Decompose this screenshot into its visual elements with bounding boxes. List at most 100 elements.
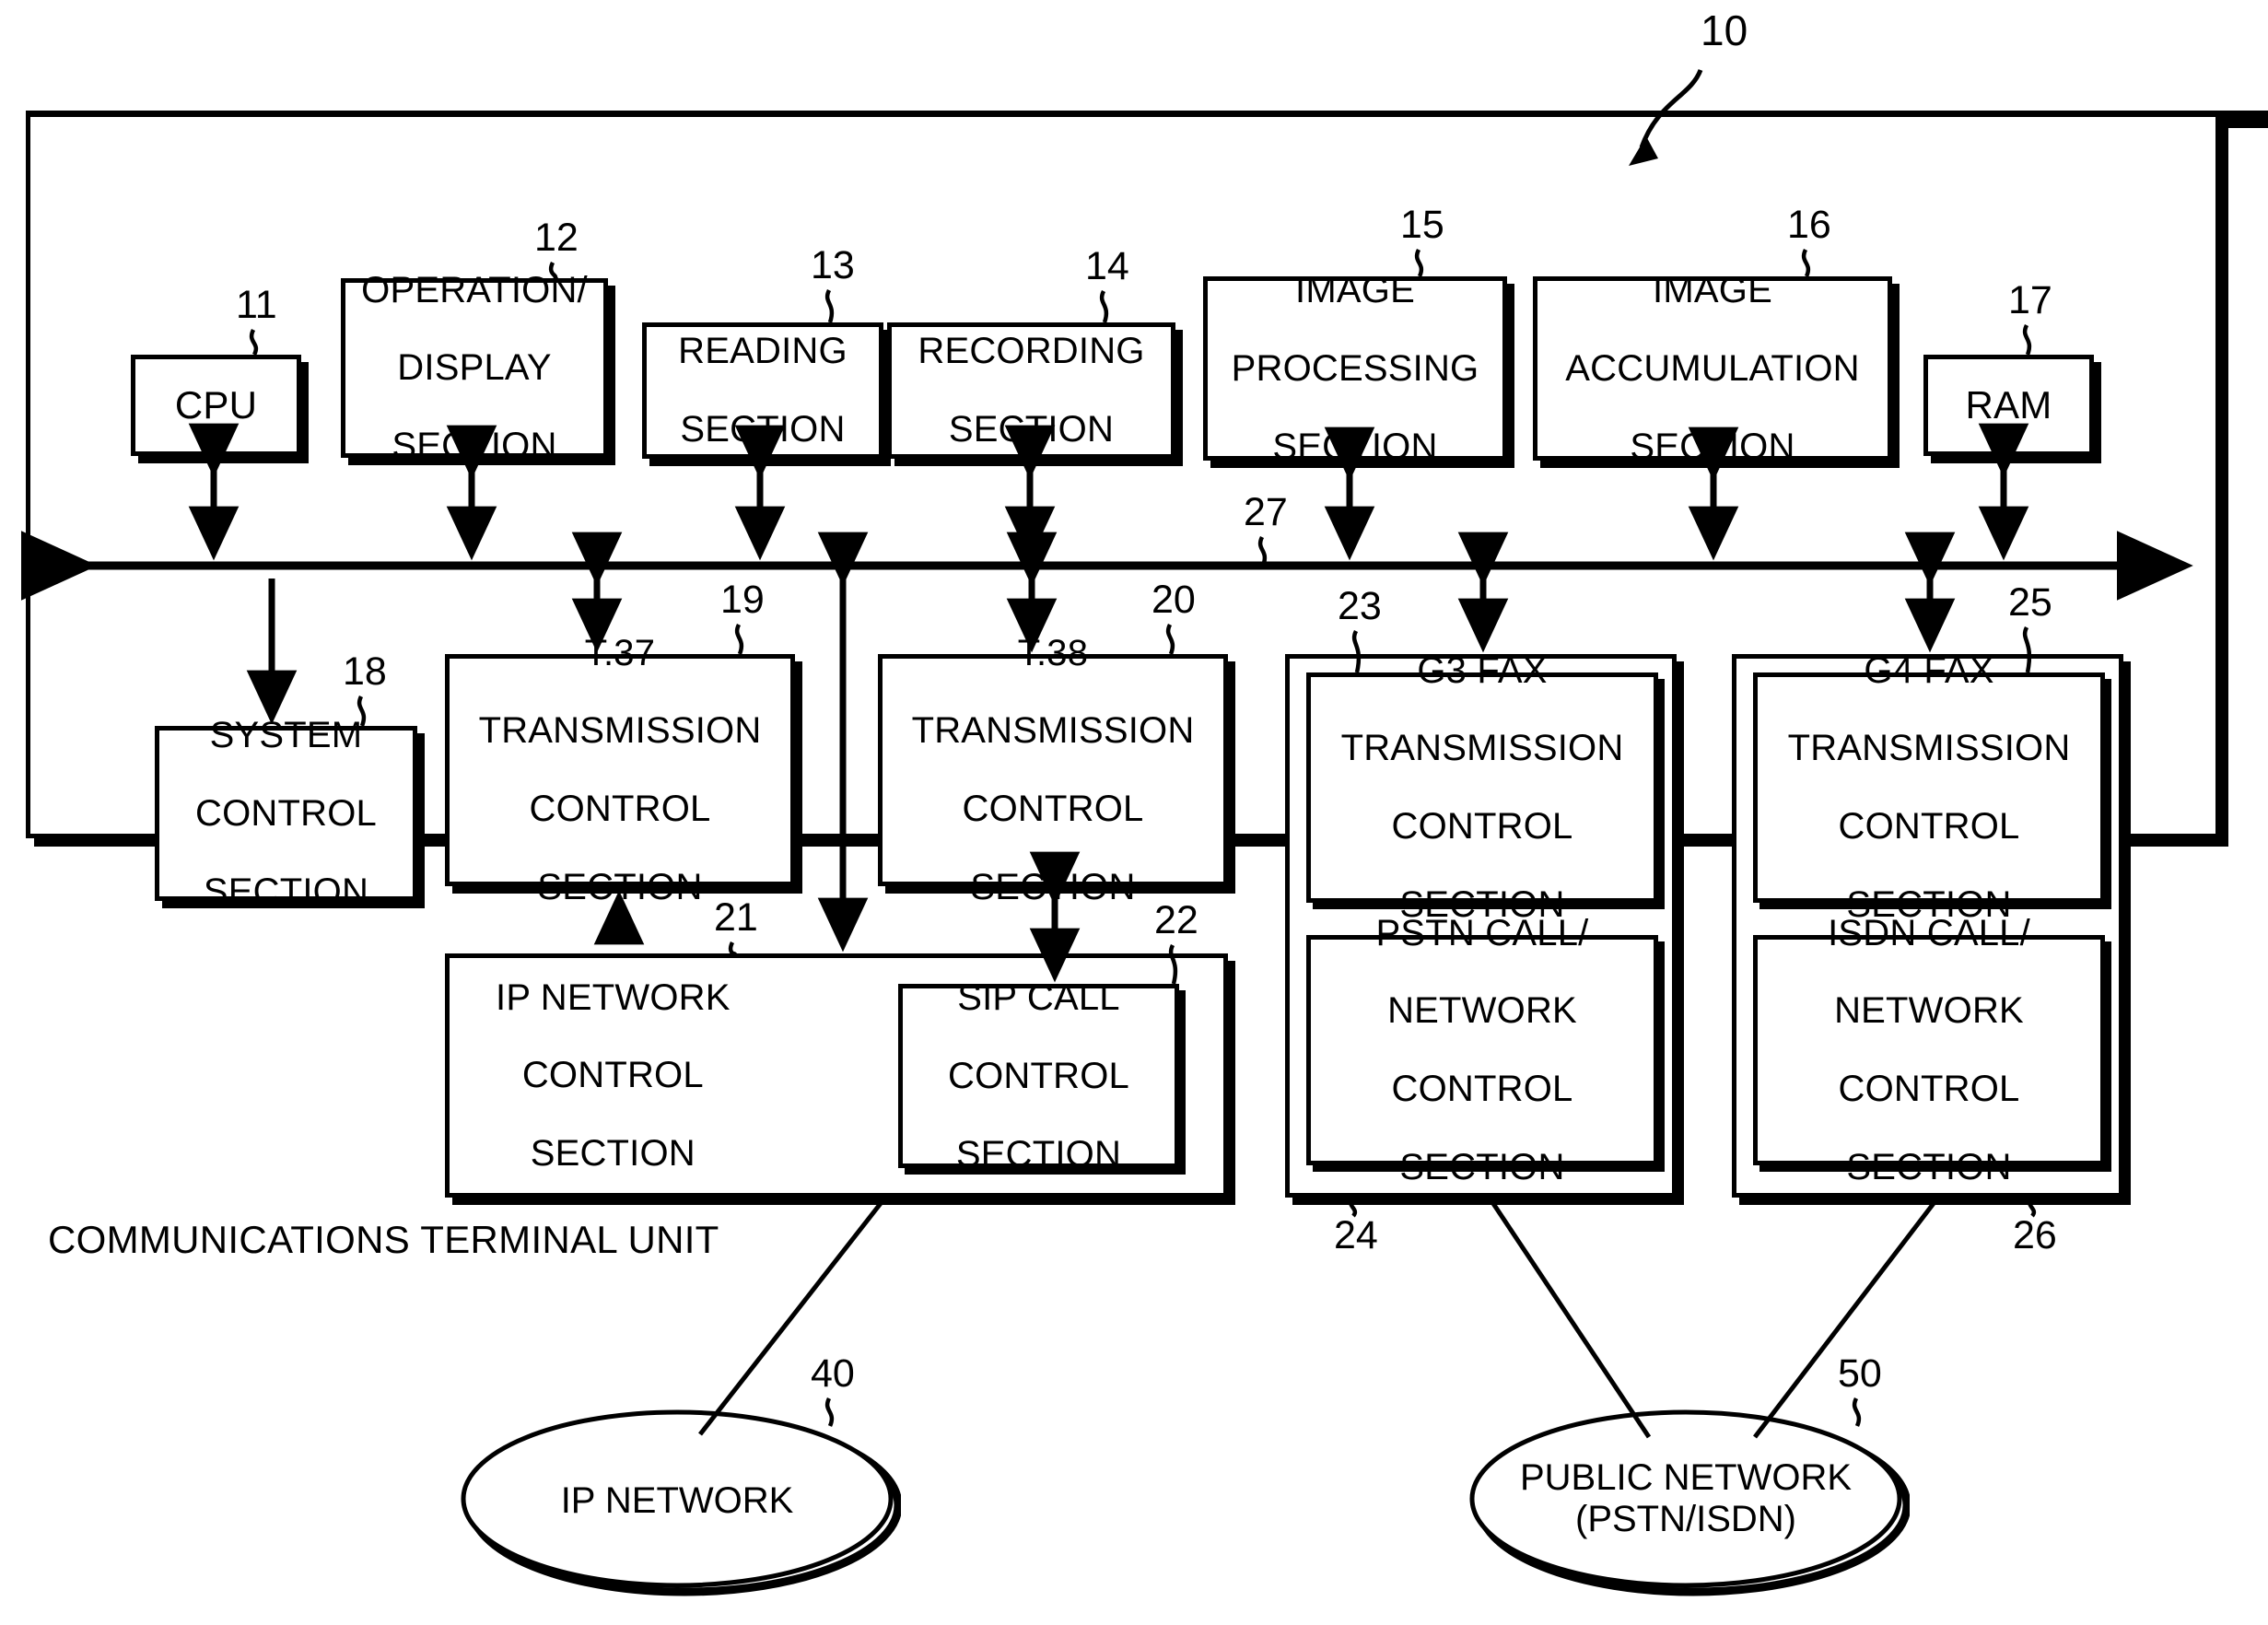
ia-l1: IMAGE <box>1653 270 1772 311</box>
g4-l3: CONTROL <box>1838 806 2020 848</box>
sc-l2: CONTROL <box>195 792 377 834</box>
ia-l2: ACCUMULATION <box>1565 347 1860 389</box>
reference-24: 24 <box>1334 1213 1378 1257</box>
reference-11: 11 <box>236 283 277 327</box>
reference-14: 14 <box>1085 244 1129 288</box>
ip-l3: SECTION <box>1272 426 1438 467</box>
is-l2: NETWORK <box>1834 990 2024 1032</box>
block-imageaccum-lines: IMAGE ACCUMULATION SECTION <box>1537 271 1888 466</box>
reference-25: 25 <box>2008 580 2052 625</box>
block-operation-display-section: OPERATION/ DISPLAY SECTION <box>341 270 608 465</box>
in-l2: CONTROL <box>521 1055 704 1096</box>
ps-l2: NETWORK <box>1387 990 1577 1032</box>
block-t38-transmission-control-section: T.38 TRANSMISSION CONTROL SECTION <box>878 633 1228 906</box>
block-recording-section: RECORDING SECTION <box>887 322 1175 459</box>
ellipse-public-network: PUBLIC NETWORK (PSTN/ISDN) <box>1469 1409 1911 1596</box>
t37-l1: T.37 <box>584 632 656 673</box>
block-sip-call-control-section: SIP CALL CONTROL SECTION <box>898 978 1179 1174</box>
block-syscontrol-lines: SYSTEM CONTROL SECTION <box>159 716 413 911</box>
reference-12: 12 <box>534 216 579 260</box>
block-ipnetwork-lines: IP NETWORK CONTROL SECTION <box>496 976 731 1175</box>
block-image-accumulation-section: IMAGE ACCUMULATION SECTION <box>1533 271 1892 466</box>
block-reading-lines: READING SECTION <box>647 331 879 450</box>
ipnet-l1: IP NETWORK <box>560 1480 794 1521</box>
sc-l3: SECTION <box>203 871 369 912</box>
block-t37-transmission-control-section: T.37 TRANSMISSION CONTROL SECTION <box>445 633 795 906</box>
block-g4fax-lines: G4 FAX TRANSMISSION CONTROL SECTION <box>1758 649 2100 924</box>
block-g3fax-lines: G3 FAX TRANSMISSION CONTROL SECTION <box>1311 649 1654 924</box>
public-network-label: PUBLIC NETWORK (PSTN/ISDN) <box>1469 1457 1902 1540</box>
pubnet-l2: (PSTN/ISDN) <box>1575 1498 1796 1539</box>
reference-17: 17 <box>2008 278 2052 322</box>
block-isdn-call-network-control-section: ISDN CALL/ NETWORK CONTROL SECTION <box>1753 913 2105 1187</box>
block-cpu-line1: CPU <box>174 382 258 427</box>
reference-15: 15 <box>1400 203 1444 247</box>
reference-21: 21 <box>714 895 758 940</box>
ps-l1: PSTN CALL/ <box>1375 912 1589 953</box>
rd-l1: READING <box>678 331 848 372</box>
g3-l1: G3 FAX <box>1417 649 1548 691</box>
reference-40: 40 <box>811 1351 855 1396</box>
block-ram: RAM <box>1923 355 2094 456</box>
is-l1: ISDN CALL/ <box>1828 912 2030 953</box>
block-pstn-call-network-control-section: PSTN CALL/ NETWORK CONTROL SECTION <box>1306 913 1658 1187</box>
reference-13: 13 <box>811 243 855 287</box>
rd-l2: SECTION <box>680 409 846 450</box>
ps-l3: CONTROL <box>1391 1069 1573 1110</box>
g4-l2: TRANSMISSION <box>1787 728 2071 769</box>
block-ram-line1: RAM <box>1965 382 2052 427</box>
ip-network-label: IP NETWORK <box>461 1480 894 1522</box>
block-isdncall-lines: ISDN CALL/ NETWORK CONTROL SECTION <box>1758 912 2100 1187</box>
block-image-processing-section: IMAGE PROCESSING SECTION <box>1203 271 1507 466</box>
t37-l2: TRANSMISSION <box>478 710 762 752</box>
block-g3-fax-transmission-control-section: G3 FAX TRANSMISSION CONTROL SECTION <box>1306 650 1658 924</box>
in-l3: SECTION <box>530 1133 696 1175</box>
ellipse-ip-network: IP NETWORK <box>461 1409 903 1596</box>
reference-10: 10 <box>1701 6 1748 54</box>
reference-18: 18 <box>343 649 387 694</box>
sp-l1: SIP CALL <box>957 977 1120 1019</box>
t38-l1: T.38 <box>1017 632 1089 673</box>
patent-figure: CPU OPERATION/ DISPLAY SECTION READING S… <box>0 0 2268 1625</box>
block-system-control-section: SYSTEM CONTROL SECTION <box>155 716 417 911</box>
block-g4-fax-transmission-control-section: G4 FAX TRANSMISSION CONTROL SECTION <box>1753 650 2105 924</box>
reference-26: 26 <box>2013 1213 2057 1257</box>
block-operation-lines: OPERATION/ DISPLAY SECTION <box>345 269 603 467</box>
g4-l1: G4 FAX <box>1864 649 1994 691</box>
pubnet-l1: PUBLIC NETWORK <box>1519 1457 1853 1498</box>
block-pstncall-lines: PSTN CALL/ NETWORK CONTROL SECTION <box>1311 912 1654 1187</box>
block-t38-lines: T.38 TRANSMISSION CONTROL SECTION <box>883 632 1223 906</box>
ip-l2: PROCESSING <box>1231 347 1479 389</box>
op-l1: OPERATION/ <box>361 269 588 310</box>
block-sipcall-lines: SIP CALL CONTROL SECTION <box>903 978 1175 1174</box>
t37-l3: CONTROL <box>529 789 711 830</box>
sc-l1: SYSTEM <box>209 715 363 756</box>
op-l2: DISPLAY <box>397 347 552 389</box>
ip-l1: IMAGE <box>1295 270 1415 311</box>
block-imageproc-lines: IMAGE PROCESSING SECTION <box>1208 271 1502 466</box>
reference-16: 16 <box>1787 203 1831 247</box>
reference-23: 23 <box>1338 584 1382 628</box>
rc-l1: RECORDING <box>918 331 1145 372</box>
ia-l3: SECTION <box>1630 426 1795 467</box>
is-l3: CONTROL <box>1838 1069 2020 1110</box>
sp-l3: SECTION <box>955 1133 1122 1175</box>
in-l1: IP NETWORK <box>496 976 731 1018</box>
reference-20: 20 <box>1152 578 1196 622</box>
t38-l3: CONTROL <box>962 789 1144 830</box>
network-links <box>698 1200 1936 1439</box>
reference-50: 50 <box>1838 1351 1882 1396</box>
rc-l2: SECTION <box>948 409 1115 450</box>
block-recording-lines: RECORDING SECTION <box>892 331 1171 450</box>
ps-l4: SECTION <box>1399 1146 1565 1187</box>
block-cpu: CPU <box>131 355 301 456</box>
g3-l3: CONTROL <box>1391 806 1573 848</box>
op-l3: SECTION <box>392 426 557 467</box>
reference-22: 22 <box>1154 898 1198 942</box>
t38-l2: TRANSMISSION <box>911 710 1195 752</box>
reference-19: 19 <box>720 578 765 622</box>
block-t37-lines: T.37 TRANSMISSION CONTROL SECTION <box>450 632 790 906</box>
g3-l2: TRANSMISSION <box>1340 728 1624 769</box>
reference-27: 27 <box>1244 490 1288 534</box>
block-reading-section: READING SECTION <box>642 322 883 459</box>
